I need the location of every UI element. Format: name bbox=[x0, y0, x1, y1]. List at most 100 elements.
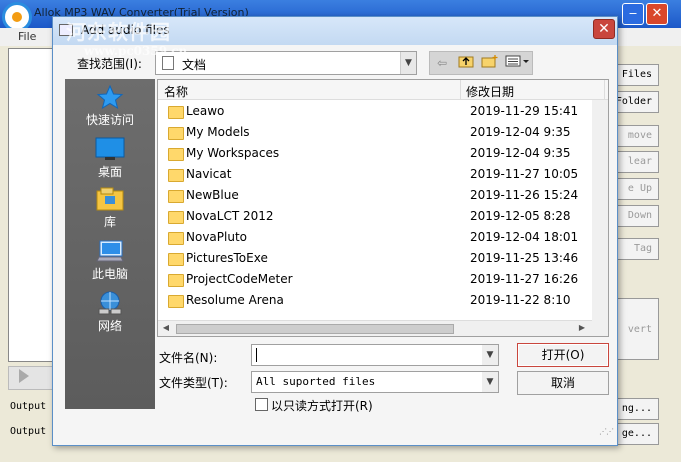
folder-icon bbox=[168, 232, 184, 245]
computer-icon bbox=[95, 239, 125, 263]
column-header-date[interactable]: 修改日期 bbox=[466, 83, 514, 100]
file-date: 2019-12-04 9:35 bbox=[470, 125, 571, 139]
folder-icon bbox=[168, 190, 184, 203]
file-row[interactable]: Navicat 2019-11-27 10:05 bbox=[158, 164, 604, 185]
network-icon bbox=[95, 291, 125, 315]
file-date: 2019-12-04 18:01 bbox=[470, 230, 579, 244]
readonly-checkbox[interactable] bbox=[255, 398, 268, 411]
place-label: 桌面 bbox=[97, 165, 122, 179]
chevron-down-icon[interactable]: ▼ bbox=[400, 52, 416, 74]
file-row[interactable]: PicturesToExe 2019-11-25 13:46 bbox=[158, 248, 604, 269]
file-name: PicturesToExe bbox=[186, 251, 268, 265]
place-network[interactable]: 网络 bbox=[65, 289, 155, 339]
vertical-scrollbar[interactable] bbox=[592, 100, 608, 336]
document-icon bbox=[162, 56, 174, 70]
file-date: 2019-11-25 13:46 bbox=[470, 251, 579, 265]
file-date: 2019-11-27 16:26 bbox=[470, 272, 579, 286]
file-date: 2019-12-05 8:28 bbox=[470, 209, 571, 223]
file-name: NewBlue bbox=[186, 188, 239, 202]
file-name: My Workspaces bbox=[186, 146, 280, 160]
file-name: Leawo bbox=[186, 104, 225, 118]
menu-file[interactable]: File bbox=[18, 30, 36, 43]
file-date: 2019-11-22 8:10 bbox=[470, 293, 571, 307]
resize-grip-icon[interactable]: ⋰⋰ bbox=[599, 427, 614, 436]
column-divider[interactable] bbox=[460, 80, 461, 100]
file-name: NovaPluto bbox=[186, 230, 247, 244]
file-name: Navicat bbox=[186, 167, 232, 181]
back-arrow-icon[interactable]: ⇦ bbox=[432, 54, 452, 72]
look-in-value: 文档 bbox=[182, 58, 207, 72]
output-label: Output bbox=[10, 426, 47, 437]
play-icon[interactable] bbox=[19, 369, 29, 383]
file-list-header: 名称 修改日期 bbox=[158, 80, 608, 100]
open-button[interactable]: 打开(O) bbox=[517, 343, 609, 367]
file-row[interactable]: My Models 2019-12-04 9:35 bbox=[158, 122, 604, 143]
file-name: ProjectCodeMeter bbox=[186, 272, 293, 286]
folder-icon bbox=[168, 106, 184, 119]
add-audio-files-dialog: Add audio files ✕ 查找范围(I): 文档 ▼ ⇦ 快速访问 桌… bbox=[52, 16, 618, 446]
file-name: NovaLCT 2012 bbox=[186, 209, 274, 223]
scroll-right-icon[interactable]: ▶ bbox=[576, 323, 588, 335]
place-this-pc[interactable]: 此电脑 bbox=[65, 237, 155, 287]
background-close-button[interactable]: ✕ bbox=[646, 3, 668, 25]
place-libraries[interactable]: 库 bbox=[65, 185, 155, 235]
file-row[interactable]: Leawo 2019-11-29 15:41 bbox=[158, 101, 604, 122]
filename-label: 文件名(N): bbox=[159, 351, 218, 365]
file-date: 2019-11-26 15:24 bbox=[470, 188, 579, 202]
folder-icon bbox=[168, 169, 184, 182]
readonly-label[interactable]: 以只读方式打开(R) bbox=[271, 397, 373, 414]
up-folder-icon[interactable] bbox=[456, 54, 476, 72]
horizontal-scrollbar[interactable]: ◀ ▶ bbox=[158, 320, 592, 336]
scroll-left-icon[interactable]: ◀ bbox=[160, 323, 172, 335]
view-menu-icon[interactable] bbox=[504, 54, 532, 72]
file-row[interactable]: NovaPluto 2019-12-04 18:01 bbox=[158, 227, 604, 248]
navigation-toolbar: ⇦ bbox=[429, 51, 533, 75]
watermark-text: 河东软件园 bbox=[66, 20, 171, 44]
look-in-dropdown[interactable]: 文档 ▼ bbox=[155, 51, 417, 75]
scrollbar-thumb[interactable] bbox=[176, 324, 454, 334]
cancel-button[interactable]: 取消 bbox=[517, 371, 609, 395]
filetype-label: 文件类型(T): bbox=[159, 376, 228, 390]
folder-icon bbox=[168, 253, 184, 266]
places-bar: 快速访问 桌面 库 此电脑 网络 bbox=[65, 79, 155, 409]
watermark-logo-inner bbox=[12, 12, 22, 22]
folder-icon bbox=[168, 295, 184, 308]
file-name: Resolume Arena bbox=[186, 293, 284, 307]
place-label: 库 bbox=[103, 215, 116, 229]
place-label: 此电脑 bbox=[91, 267, 128, 281]
text-caret bbox=[256, 348, 257, 362]
file-row[interactable]: NewBlue 2019-11-26 15:24 bbox=[158, 185, 604, 206]
place-label: 快速访问 bbox=[85, 113, 134, 127]
watermark-url: www.pc0359.cn bbox=[84, 44, 188, 58]
file-row[interactable]: Resolume Arena 2019-11-22 8:10 bbox=[158, 290, 604, 311]
new-folder-icon[interactable] bbox=[480, 54, 500, 72]
filetype-value: All suported files bbox=[256, 375, 376, 388]
place-quick-access[interactable]: 快速访问 bbox=[65, 83, 155, 133]
chevron-down-icon[interactable]: ▼ bbox=[482, 372, 498, 392]
place-desktop[interactable]: 桌面 bbox=[65, 135, 155, 185]
folder-icon bbox=[168, 211, 184, 224]
star-icon bbox=[95, 84, 125, 110]
folder-icon bbox=[168, 148, 184, 161]
file-date: 2019-11-29 15:41 bbox=[470, 104, 579, 118]
folder-icon bbox=[168, 274, 184, 287]
desktop-icon bbox=[95, 137, 125, 161]
chevron-down-icon[interactable]: ▼ bbox=[482, 345, 498, 365]
column-divider[interactable] bbox=[604, 80, 605, 100]
dialog-close-button[interactable]: ✕ bbox=[593, 19, 615, 39]
place-label: 网络 bbox=[97, 319, 122, 333]
folder-icon bbox=[168, 127, 184, 140]
file-date: 2019-12-04 9:35 bbox=[470, 146, 571, 160]
library-icon bbox=[95, 187, 125, 211]
filename-input[interactable]: ▼ bbox=[251, 344, 499, 366]
file-row[interactable]: My Workspaces 2019-12-04 9:35 bbox=[158, 143, 604, 164]
filetype-dropdown[interactable]: All suported files ▼ bbox=[251, 371, 499, 393]
file-row[interactable]: NovaLCT 2012 2019-12-05 8:28 bbox=[158, 206, 604, 227]
output-label: Output bbox=[10, 401, 47, 412]
background-minimize-button[interactable]: ‒ bbox=[622, 3, 644, 25]
file-list[interactable]: 名称 修改日期 Leawo 2019-11-29 15:41 My Models 2… bbox=[157, 79, 609, 337]
column-header-name[interactable]: 名称 bbox=[164, 83, 188, 100]
file-row[interactable]: ProjectCodeMeter 2019-11-27 16:26 bbox=[158, 269, 604, 290]
file-name: My Models bbox=[186, 125, 250, 139]
file-date: 2019-11-27 10:05 bbox=[470, 167, 579, 181]
